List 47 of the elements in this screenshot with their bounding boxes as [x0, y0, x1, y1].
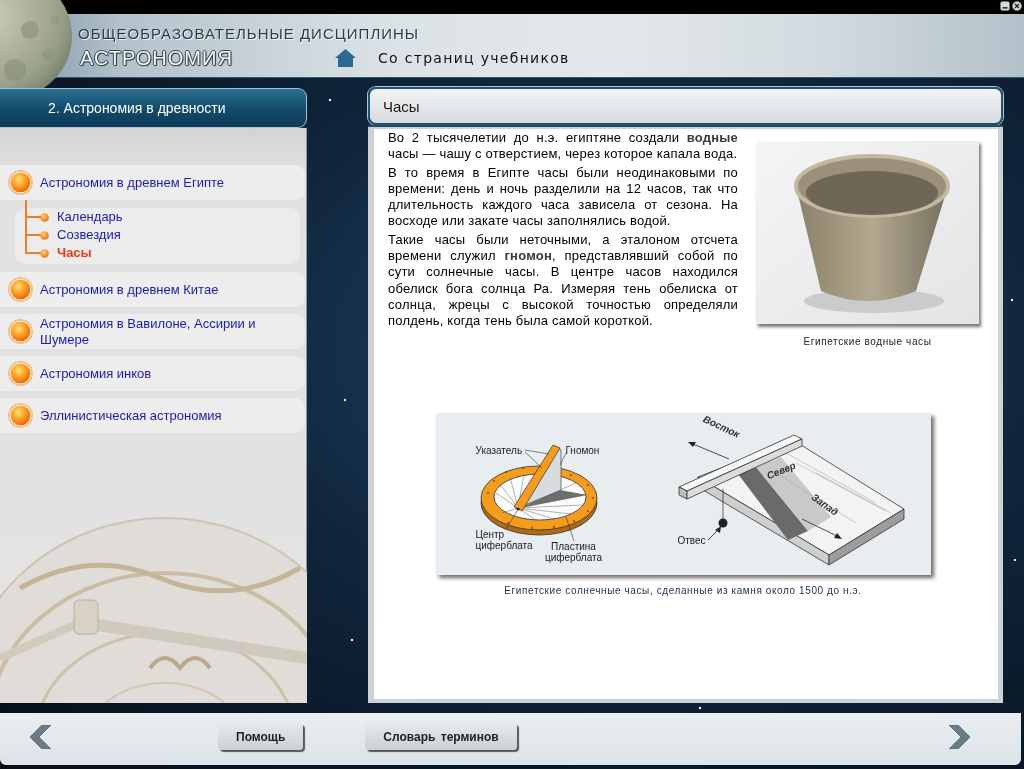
paragraph: В то время в Египте часы были неодинаковыми по времени: день и ночь разделили на 12 часов, так что длительность каждого часа зависела от сезона. На восходе или закате часы заполнялись водой. [388, 164, 738, 230]
sun-icon [8, 277, 33, 302]
direction-arrow [687, 442, 729, 460]
submenu-item[interactable]: Календарь [57, 209, 123, 225]
sidebar-item[interactable]: Астрономия в древнем Египте [0, 165, 305, 200]
bullet-icon [40, 212, 49, 222]
content-title: Часы [383, 97, 420, 115]
diagram-label: Центр циферблата [475, 529, 534, 551]
sidebar-item[interactable]: Астрономия в Вавилоне, Ассирии и Шумере [0, 314, 305, 349]
sun-icon [8, 319, 33, 344]
diagram-label: Север [764, 459, 797, 482]
diagram-label: Указатель [475, 445, 523, 456]
sidebar-item[interactable]: Астрономия инков [0, 356, 305, 391]
diagram-label: Пластина циферблата [543, 541, 604, 563]
sidebar-item[interactable]: Астрономия в древнем Китае [0, 272, 305, 307]
figure-caption: Египетские водные часы [803, 336, 932, 347]
footer-button[interactable]: Словарь терминов [365, 723, 517, 750]
diagram-label: Гномон [565, 445, 600, 456]
chevron-right-icon[interactable] [949, 724, 970, 749]
chevron-left-icon[interactable] [30, 724, 51, 749]
leader-line [559, 452, 566, 466]
close-icon[interactable] [1012, 1, 1022, 11]
app-title: АСТРОНОМИЯ [80, 46, 233, 70]
dial-center [515, 507, 520, 511]
submenu-item[interactable]: Часы [57, 245, 92, 261]
section-header: 2. Астрономия в древности [0, 88, 307, 128]
submenu-item[interactable]: Созвездия [57, 227, 121, 243]
sun-icon [8, 403, 33, 428]
diagram-label: Отвес [677, 535, 706, 546]
leader-line [505, 510, 517, 530]
app-subtitle: ОБЩЕОБРАЗОВАТЕЛЬНЫЕ ДИСЦИПЛИНЫ [78, 25, 420, 43]
sidebar-item[interactable]: Эллинистическая астрономия [0, 398, 305, 433]
footer-button[interactable]: Помощь [218, 723, 304, 750]
breadcrumb: Со страниц учебников [378, 50, 570, 66]
plumb-bob [718, 488, 727, 528]
sun-icon [8, 361, 33, 386]
figure-caption: Египетские солнечные часы, сделанные из камня около 1500 до н.э. [504, 585, 862, 596]
bullet-icon [40, 230, 49, 240]
minimize-icon[interactable] [1000, 1, 1010, 11]
direction-arrow [801, 518, 842, 539]
leader-line [565, 516, 574, 542]
paragraph: Такие часы были неточными, а эталоном отсчета времени служил гномон, представлявший собой по сути солнечные часы. В центре часов находился обелиск бога солнца Ра. Измеряя тень обелиска от солнца, жрецы с высокой точностью определяли полдень, когда тень была самой короткой. [388, 231, 738, 330]
sun-icon [8, 170, 33, 195]
home-icon[interactable] [335, 49, 356, 67]
leader-arrow [707, 526, 721, 541]
bullet-icon [40, 248, 49, 258]
paragraph: Во 2 тысячелетии до н.э. египтяне создали водные часы — чашу с отверстием, через которое капала вода. [388, 130, 738, 163]
